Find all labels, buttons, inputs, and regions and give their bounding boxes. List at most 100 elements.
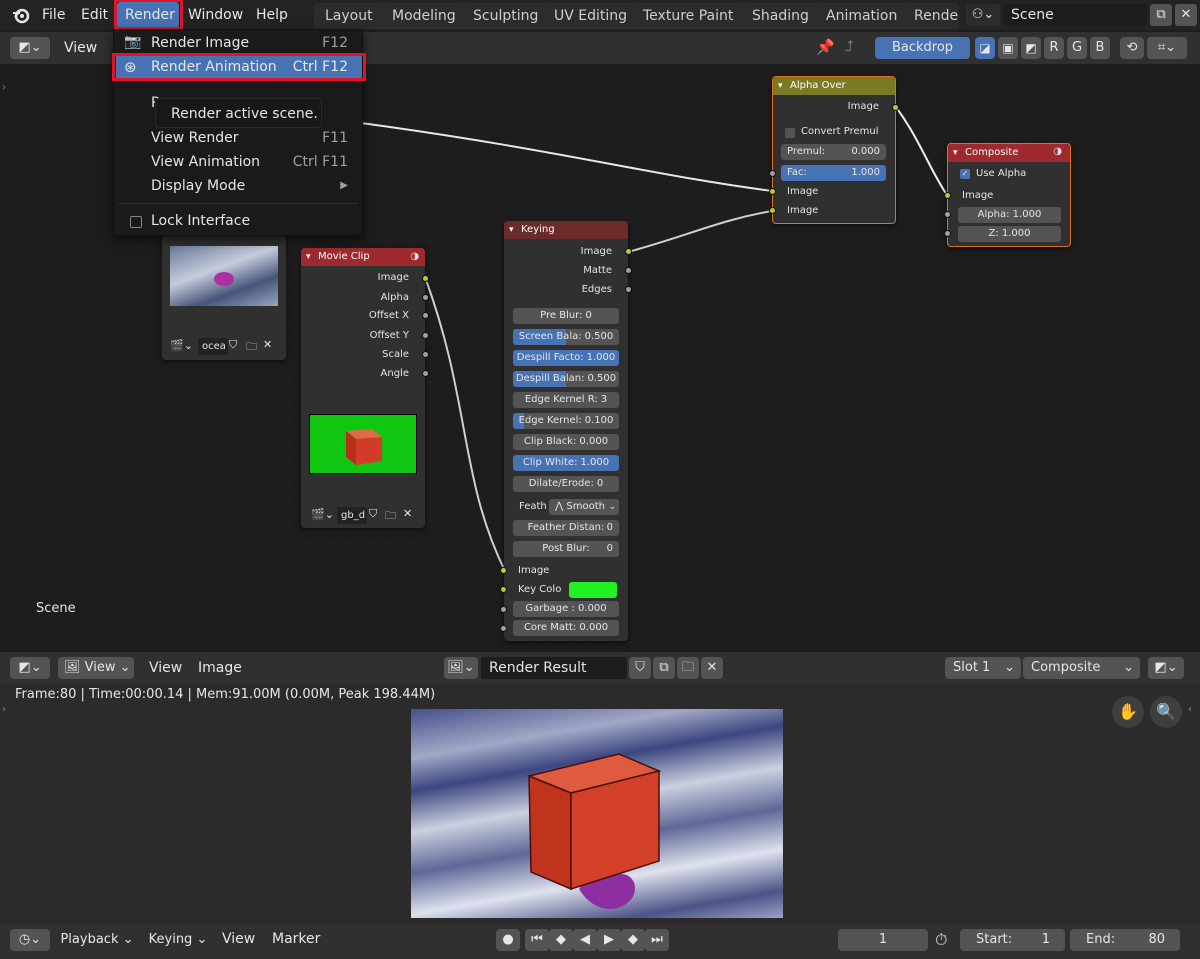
field-garbage-matte[interactable]: Garbage : 0.000 [513, 601, 619, 617]
play-reverse-icon[interactable]: ◀ [573, 929, 597, 951]
keying-field-6[interactable]: Clip Black: 0.000 [513, 434, 619, 450]
next-keyframe-icon[interactable]: ◆ [621, 929, 645, 951]
keying-title[interactable]: Keying [504, 221, 628, 239]
keying-menu[interactable]: Keying ⌄ [143, 929, 213, 951]
socket-offset-y[interactable] [422, 332, 429, 339]
unlink-image-icon[interactable]: ✕ [263, 338, 272, 351]
jump-end-icon[interactable]: ⏭ [645, 929, 669, 951]
play-icon[interactable]: ▶ [597, 929, 621, 951]
end-frame-field[interactable]: End: 80 [1070, 929, 1180, 951]
socket-alpha[interactable] [944, 211, 951, 218]
open-image-icon[interactable]: 🗀 [246, 338, 257, 357]
jump-start-icon[interactable]: ⏮ [525, 929, 549, 951]
render-result-image[interactable] [411, 709, 783, 918]
image-node[interactable]: 🎬⌄ ocea ⛉ 🗀 ✕ [162, 236, 286, 360]
field-feather-distance[interactable]: Feather Distan: 0 [513, 520, 619, 536]
socket-output-image[interactable] [892, 104, 899, 111]
fake-user-icon[interactable]: ⛉ [629, 657, 651, 679]
record-icon[interactable]: ● [496, 929, 520, 951]
unlink-clip-icon[interactable]: ✕ [403, 507, 412, 520]
socket-matte[interactable] [625, 267, 632, 274]
socket-input-image[interactable] [500, 567, 507, 574]
movie-clip-node[interactable]: Movie Clip ◑ Image Alpha Offset X Offset… [301, 248, 429, 528]
socket-fac[interactable] [769, 170, 776, 177]
field-fac[interactable]: Fac: 1.000 [781, 165, 886, 181]
field-post-blur[interactable]: Post Blur: 0 [513, 541, 619, 557]
image-name-field[interactable]: Render Result [481, 657, 627, 679]
preview-range-icon[interactable]: ⏱ [935, 930, 947, 950]
prev-keyframe-icon[interactable]: ◆ [549, 929, 573, 951]
lock-interface-item[interactable]: Lock Interface [116, 209, 362, 233]
image-browse-icon[interactable]: 🖼⌄ [444, 657, 478, 679]
open-clip-icon[interactable]: 🗀 [385, 507, 396, 526]
field-premul[interactable]: Premul: 0.000 [781, 144, 886, 160]
socket-edges[interactable] [625, 286, 632, 293]
socket-scale[interactable] [422, 351, 429, 358]
keying-field-3[interactable]: Despill Balan: 0.500 [513, 371, 619, 387]
node-preview-icon[interactable]: ◑ [1053, 146, 1062, 157]
socket-image[interactable] [625, 248, 632, 255]
socket-core[interactable] [500, 625, 507, 632]
unlink-image-icon[interactable]: ✕ [701, 657, 723, 679]
fake-user-icon[interactable]: ⛉ [369, 507, 377, 521]
fake-user-icon[interactable]: ⛉ [229, 338, 237, 352]
field-z[interactable]: Z: 1.000 [958, 226, 1061, 242]
socket-offset-x[interactable] [422, 312, 429, 319]
timeline-view-menu[interactable]: View [222, 931, 255, 947]
start-frame-field[interactable]: Start: 1 [960, 929, 1065, 951]
socket-input-image-2[interactable] [769, 207, 776, 214]
keying-field-1[interactable]: Screen Bala: 0.500 [513, 329, 619, 345]
clip-type-icon[interactable]: 🎬⌄ [170, 339, 193, 352]
feather-falloff-dropdown[interactable]: ⋀ Smooth ⌄ [549, 499, 619, 515]
socket-z[interactable] [944, 230, 951, 237]
keying-node[interactable]: Keying Image Matte Edges Pre Blur:0Scree… [500, 221, 632, 641]
right-panel-arrow-icon[interactable]: ‹ [1188, 704, 1192, 715]
convert-premul-checkbox[interactable] [785, 128, 795, 138]
clip-type-icon[interactable]: 🎬⌄ [311, 508, 334, 521]
use-alpha-checkbox[interactable]: ✓ [960, 169, 970, 179]
left-panel-arrow-icon[interactable]: › [2, 704, 6, 715]
view-mode-dropdown[interactable]: 🖼 View ⌄ [58, 657, 134, 679]
editor-type-icon[interactable]: ◩⌄ [10, 657, 50, 679]
zoom-icon[interactable]: 🔍 [1150, 696, 1182, 728]
pan-hand-icon[interactable]: ✋ [1112, 696, 1144, 728]
render-image-item[interactable]: Render Image F12 [116, 31, 362, 55]
socket-alpha[interactable] [422, 294, 429, 301]
socket-angle[interactable] [422, 370, 429, 377]
socket-input-image[interactable] [944, 192, 951, 199]
keying-field-0[interactable]: Pre Blur: 0 [513, 308, 619, 324]
alpha-over-node[interactable]: Alpha Over Image Convert Premul Premul:0… [769, 76, 899, 224]
view-animation-item[interactable]: View Animation Ctrl F11 [116, 150, 362, 174]
playback-menu[interactable]: Playback ⌄ [56, 929, 138, 951]
composite-title[interactable]: Composite [948, 144, 1070, 162]
slot-dropdown[interactable]: Slot 1 ⌄ [945, 657, 1021, 679]
node-preview-icon[interactable]: ◑ [410, 251, 419, 262]
view-menu[interactable]: View [149, 660, 182, 676]
keying-field-2[interactable]: Despill Facto: 1.000 [513, 350, 619, 366]
display-channels-icon[interactable]: ◩⌄ [1148, 657, 1184, 679]
socket-image[interactable] [422, 275, 429, 282]
socket-input-image-1[interactable] [769, 188, 776, 195]
image-name-field[interactable]: ocea [198, 338, 228, 355]
new-image-icon[interactable]: ⧉ [653, 657, 675, 679]
clip-name-field[interactable]: gb_d [337, 507, 367, 524]
socket-key-color[interactable] [500, 586, 507, 593]
key-color-swatch[interactable] [569, 582, 617, 598]
keying-field-8[interactable]: Dilate/Erode: 0 [513, 476, 619, 492]
movie-clip-title[interactable]: Movie Clip [301, 248, 425, 266]
alpha-over-title[interactable]: Alpha Over [773, 77, 895, 95]
render-animation-item[interactable]: Render Animation Ctrl F12 [116, 55, 362, 79]
editor-type-icon[interactable]: ◷⌄ [10, 929, 50, 951]
keying-field-4[interactable]: Edge Kernel R: 3 [513, 392, 619, 408]
socket-garbage[interactable] [500, 606, 507, 613]
render-layer-dropdown[interactable]: Composite ⌄ [1023, 657, 1140, 679]
current-frame-field[interactable]: 1 [838, 929, 928, 951]
field-alpha[interactable]: Alpha: 1.000 [958, 207, 1061, 223]
composite-node[interactable]: Composite ◑ ✓ Use Alpha Image Alpha: 1.0… [944, 143, 1071, 247]
display-mode-item[interactable]: Display Mode ▶ [116, 174, 362, 198]
keying-field-7[interactable]: Clip White: 1.000 [513, 455, 619, 471]
marker-menu[interactable]: Marker [272, 931, 320, 947]
field-core-matte[interactable]: Core Matt: 0.000 [513, 620, 619, 636]
view-render-item[interactable]: View Render F11 [116, 126, 362, 150]
image-menu[interactable]: Image [198, 660, 242, 676]
